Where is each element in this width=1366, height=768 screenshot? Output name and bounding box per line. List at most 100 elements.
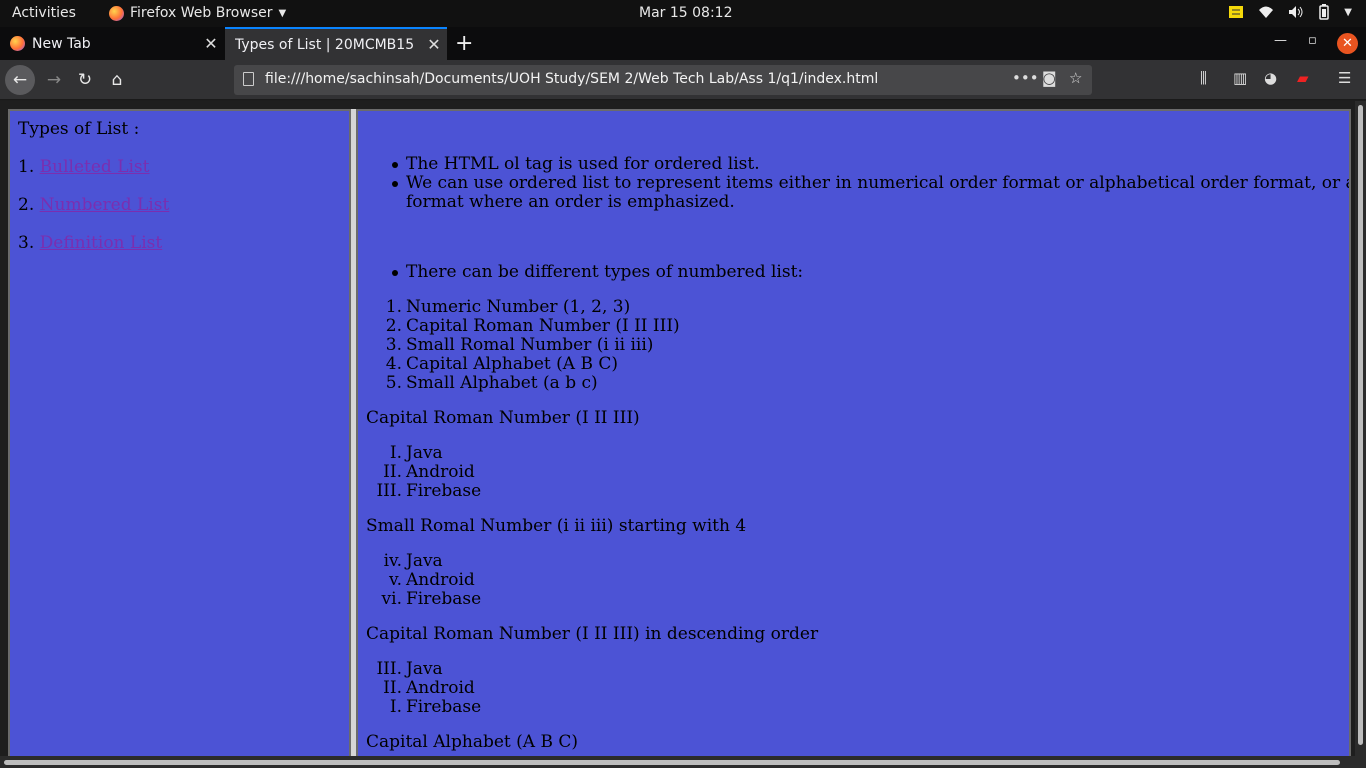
minimize-icon[interactable]: — bbox=[1274, 33, 1287, 48]
pocket-icon[interactable]: ◙ bbox=[1042, 69, 1057, 87]
list-marker: III. bbox=[376, 481, 402, 501]
app-menu-label: Firefox Web Browser bbox=[130, 5, 273, 21]
close-tab-icon[interactable]: ✕ bbox=[421, 35, 447, 54]
page-viewport: Types of List : 1. Bulleted List 2. Numb… bbox=[0, 101, 1366, 768]
sidebar-item-definition-list: 3. Definition List bbox=[18, 233, 162, 253]
list-marker: 3. bbox=[385, 335, 402, 355]
list-marker: 4. bbox=[385, 354, 402, 374]
horizontal-scroll-thumb[interactable] bbox=[4, 760, 1340, 765]
list-item-text: Android bbox=[406, 462, 475, 482]
window-close-icon[interactable]: ✕ bbox=[1337, 33, 1358, 54]
list-marker: iv. bbox=[383, 551, 402, 571]
list-item-text: Small Alphabet (a b c) bbox=[406, 373, 598, 393]
list-marker: II. bbox=[383, 678, 402, 698]
url-text[interactable]: file:///home/sachinsah/Documents/UOH Stu… bbox=[265, 71, 878, 87]
list-item: III. Java bbox=[376, 659, 443, 679]
list-item: 1. Numeric Number (1, 2, 3) bbox=[386, 297, 630, 317]
close-tab-icon[interactable]: ✕ bbox=[198, 34, 224, 53]
list-marker: 1. bbox=[385, 297, 402, 317]
list-item-text: Firebase bbox=[406, 697, 482, 717]
reload-icon[interactable]: ↻ bbox=[71, 66, 99, 94]
list-marker: vi. bbox=[381, 589, 402, 609]
sidebar-item-bulleted-list: 1. Bulleted List bbox=[18, 157, 149, 177]
list-marker: 5. bbox=[385, 373, 402, 393]
list-item-continuation: format where an order is emphasized. bbox=[406, 192, 735, 212]
vertical-scroll-thumb[interactable] bbox=[1358, 105, 1363, 745]
forward-arrow-icon[interactable]: → bbox=[40, 66, 68, 94]
vertical-scrollbar[interactable] bbox=[1355, 101, 1366, 756]
battery-icon bbox=[1319, 4, 1330, 20]
tab-label: New Tab bbox=[32, 35, 91, 52]
definition-list-link[interactable]: Definition List bbox=[40, 233, 163, 253]
page-actions-icon[interactable]: ••• bbox=[1012, 69, 1039, 87]
activities-button[interactable]: Activities bbox=[12, 5, 76, 21]
page-icon bbox=[243, 72, 254, 86]
list-marker: I. bbox=[389, 697, 402, 717]
left-frame: Types of List : 1. Bulleted List 2. Numb… bbox=[8, 109, 351, 768]
restore-icon[interactable]: ▫ bbox=[1308, 33, 1317, 48]
list-marker: 2. bbox=[385, 316, 402, 336]
hamburger-menu-icon[interactable]: ☰ bbox=[1338, 69, 1351, 87]
item-number: 3. bbox=[18, 233, 35, 253]
system-top-bar: Activities Firefox Web Browser ▼ Mar 15 … bbox=[0, 0, 1366, 27]
account-avatar-icon[interactable]: ◕ bbox=[1264, 69, 1277, 87]
list-item-text: Capital Roman Number (I II III) bbox=[406, 316, 680, 336]
sidebar-item-numbered-list: 2. Numbered List bbox=[18, 195, 169, 215]
tab-types-of-list[interactable]: Types of List | 20MCMB15 ✕ bbox=[225, 27, 447, 60]
new-tab-plus-icon[interactable]: + bbox=[455, 31, 473, 56]
volume-icon bbox=[1289, 6, 1303, 18]
address-bar[interactable]: file:///home/sachinsah/Documents/UOH Stu… bbox=[234, 65, 1092, 95]
firefox-icon bbox=[109, 5, 124, 21]
list-item-text: Capital Alphabet (A B C) bbox=[406, 354, 618, 374]
extension-icon[interactable]: ▰ bbox=[1297, 69, 1309, 87]
bulleted-list-link[interactable]: Bulleted List bbox=[40, 157, 150, 177]
library-icon[interactable]: ⫼ bbox=[1200, 69, 1207, 87]
list-item-text: Java bbox=[406, 551, 443, 571]
list-item: v. Android bbox=[389, 570, 475, 590]
tab-new-tab[interactable]: New Tab ✕ bbox=[0, 27, 224, 60]
list-item-text: Java bbox=[406, 659, 443, 679]
list-item: The HTML ol tag is used for ordered list… bbox=[392, 154, 760, 174]
list-item-text: Java bbox=[406, 443, 443, 463]
navigation-toolbar: ← → ↻ ⌂ file:///home/sachinsah/Documents… bbox=[0, 60, 1366, 100]
list-item-text: Android bbox=[406, 678, 475, 698]
list-item: II. Android bbox=[383, 462, 475, 482]
list-item-text: Firebase bbox=[406, 589, 482, 609]
main-frame: The HTML ol tag is used for ordered list… bbox=[356, 109, 1351, 768]
list-item: 3. Small Romal Number (i ii iii) bbox=[386, 335, 654, 355]
horizontal-scrollbar[interactable] bbox=[0, 756, 1366, 768]
notes-icon[interactable] bbox=[1228, 5, 1244, 19]
list-item: vi. Firebase bbox=[382, 589, 482, 609]
list-item: III. Firebase bbox=[376, 481, 482, 501]
list-item: 4. Capital Alphabet (A B C) bbox=[386, 354, 618, 374]
sidebar-heading: Types of List : bbox=[18, 119, 140, 139]
back-arrow-icon[interactable]: ← bbox=[5, 65, 35, 95]
list-item: 5. Small Alphabet (a b c) bbox=[386, 373, 598, 393]
tab-label: Types of List | 20MCMB15 bbox=[235, 36, 415, 53]
list-item-text: Small Romal Number (i ii iii) bbox=[406, 335, 654, 355]
list-item: I. Java bbox=[390, 443, 443, 463]
section-title: Capital Alphabet (A B C) bbox=[366, 732, 578, 752]
list-item: II. Android bbox=[383, 678, 475, 698]
app-menu[interactable]: Firefox Web Browser ▼ bbox=[109, 5, 286, 21]
section-title: Capital Roman Number (I II III) in desce… bbox=[366, 624, 819, 644]
list-item-text: Firebase bbox=[406, 481, 482, 501]
item-number: 2. bbox=[18, 195, 35, 215]
home-icon[interactable]: ⌂ bbox=[103, 66, 131, 94]
list-item: There can be different types of numbered… bbox=[391, 262, 804, 282]
clock[interactable]: Mar 15 08:12 bbox=[639, 5, 732, 21]
list-item: We can use ordered list to represent ite… bbox=[391, 173, 1349, 193]
list-marker: II. bbox=[383, 462, 402, 482]
numbered-list-link[interactable]: Numbered List bbox=[40, 195, 170, 215]
list-marker: III. bbox=[376, 659, 402, 679]
list-item-text: Android bbox=[406, 570, 475, 590]
sidebar-toggle-icon[interactable]: ▥ bbox=[1233, 69, 1247, 87]
system-menu-chevron-icon: ▼ bbox=[1344, 6, 1352, 18]
section-title: Capital Roman Number (I II III) bbox=[366, 408, 640, 428]
system-tray[interactable]: ▼ bbox=[1228, 4, 1352, 20]
bookmark-star-icon[interactable]: ☆ bbox=[1069, 69, 1082, 87]
firefox-icon bbox=[10, 36, 25, 51]
chevron-down-icon: ▼ bbox=[278, 7, 287, 19]
list-marker: I. bbox=[389, 443, 402, 463]
item-number: 1. bbox=[18, 157, 35, 177]
